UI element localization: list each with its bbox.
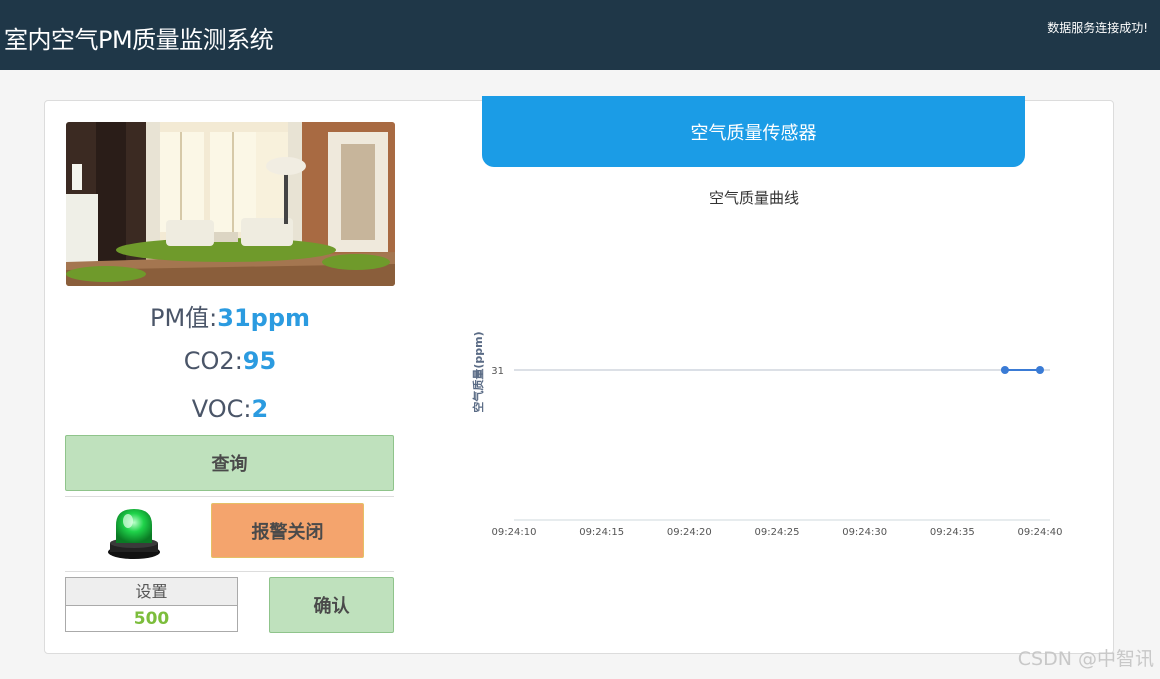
watermark: CSDN @中智讯 xyxy=(1017,648,1154,670)
y-tick-label: 31 xyxy=(491,366,504,377)
co2-label: CO2: xyxy=(183,347,243,375)
alarm-off-button[interactable]: 报警关闭 xyxy=(211,503,364,558)
y-axis-label: 空气质量(ppm) xyxy=(471,331,485,412)
x-tick-label: 09:24:30 xyxy=(842,527,887,538)
sensor-header: 空气质量传感器 xyxy=(482,96,1025,167)
pm-label: PM值: xyxy=(149,304,218,332)
x-tick-label: 09:24:10 xyxy=(492,527,537,538)
x-tick-label: 09:24:40 xyxy=(1018,527,1063,538)
voc-label: VOC: xyxy=(191,395,252,423)
co2-value: 95 xyxy=(242,347,277,375)
pm-reading: PM值:31ppm xyxy=(66,298,394,333)
x-tick-label: 09:24:25 xyxy=(755,527,800,538)
voc-value: 2 xyxy=(251,395,269,423)
co2-reading: CO2:95 xyxy=(66,347,394,375)
top-bar: 室内空气PM质量监测系统 数据服务连接成功! xyxy=(0,0,1160,70)
room-image xyxy=(66,122,395,286)
divider xyxy=(65,571,394,572)
x-tick-label: 09:24:35 xyxy=(930,527,975,538)
data-point xyxy=(1000,366,1009,374)
data-point xyxy=(1036,366,1044,374)
setting-label: 设置 xyxy=(66,578,237,606)
alarm-light-icon xyxy=(106,505,162,561)
voc-reading: VOC:2 xyxy=(66,395,394,423)
threshold-setting: 设置 xyxy=(65,577,238,632)
confirm-button[interactable]: 确认 xyxy=(269,577,394,633)
app-title: 室内空气PM质量监测系统 xyxy=(4,26,274,54)
chart-svg: 空气质量曲线 空气质量(ppm) 31 09:24:10 09:24:15 09:24… xyxy=(471,189,1063,538)
air-quality-chart: 空气质量曲线 空气质量(ppm) 31 09:24:10 09:24:15 09:24… xyxy=(466,180,1066,550)
divider xyxy=(65,496,394,497)
x-tick-label: 09:24:15 xyxy=(579,527,624,538)
query-button[interactable]: 查询 xyxy=(65,435,394,491)
pm-value: 31ppm xyxy=(217,304,311,332)
chart-title: 空气质量曲线 xyxy=(709,189,799,207)
connection-status: 数据服务连接成功! xyxy=(1047,21,1148,35)
x-tick-label: 09:24:20 xyxy=(667,527,712,538)
threshold-input[interactable] xyxy=(66,606,237,632)
